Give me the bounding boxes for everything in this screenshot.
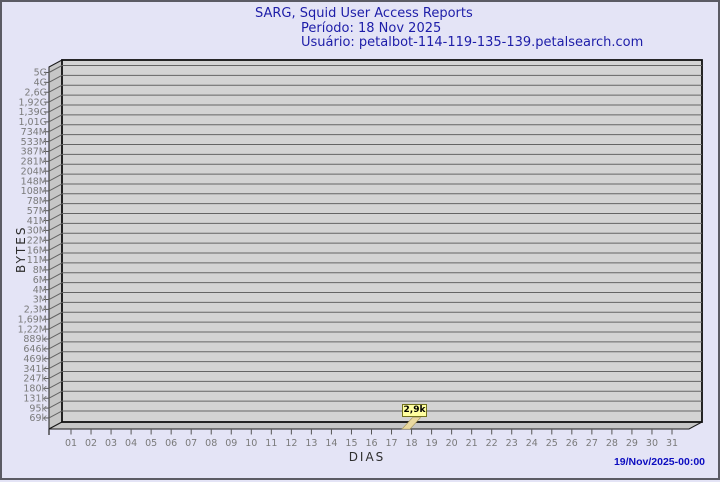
svg-text:17: 17	[385, 438, 397, 449]
svg-text:06: 06	[165, 438, 177, 449]
svg-text:19: 19	[426, 438, 438, 449]
svg-text:24: 24	[526, 438, 538, 449]
svg-text:31: 31	[666, 438, 678, 449]
bar-value-label: 2,9k	[402, 404, 427, 417]
svg-text:26: 26	[566, 438, 578, 449]
svg-text:20: 20	[446, 438, 458, 449]
svg-text:02: 02	[85, 438, 97, 449]
x-axis-title: DIAS	[348, 450, 386, 464]
bytes-per-day-chart: 5G4G2,6G1,92G1,39G1,01G734M533M387M281M2…	[18, 59, 703, 449]
svg-text:15: 15	[345, 438, 357, 449]
y-axis-title: BYTES	[14, 225, 28, 273]
svg-text:04: 04	[125, 438, 137, 449]
svg-text:09: 09	[225, 438, 237, 449]
svg-text:30: 30	[646, 438, 658, 449]
svg-text:10: 10	[245, 438, 257, 449]
svg-text:69k: 69k	[29, 413, 47, 424]
svg-text:14: 14	[325, 438, 337, 449]
svg-text:03: 03	[105, 438, 117, 449]
svg-text:01: 01	[65, 438, 77, 449]
svg-text:28: 28	[606, 438, 618, 449]
generated-timestamp: 19/Nov/2025-00:00	[613, 456, 705, 468]
svg-text:07: 07	[185, 438, 197, 449]
svg-text:23: 23	[506, 438, 518, 449]
svg-text:08: 08	[205, 438, 217, 449]
svg-text:05: 05	[145, 438, 157, 449]
svg-text:22: 22	[486, 438, 498, 449]
svg-text:25: 25	[546, 438, 558, 449]
svg-text:27: 27	[586, 438, 598, 449]
sarg-report-page: { "header": { "title": "SARG, Squid User…	[0, 0, 720, 480]
svg-text:11: 11	[265, 438, 277, 449]
svg-text:29: 29	[626, 438, 638, 449]
svg-text:21: 21	[466, 438, 478, 449]
svg-text:18: 18	[406, 438, 418, 449]
svg-text:13: 13	[305, 438, 317, 449]
svg-text:16: 16	[365, 438, 377, 449]
svg-text:12: 12	[285, 438, 297, 449]
